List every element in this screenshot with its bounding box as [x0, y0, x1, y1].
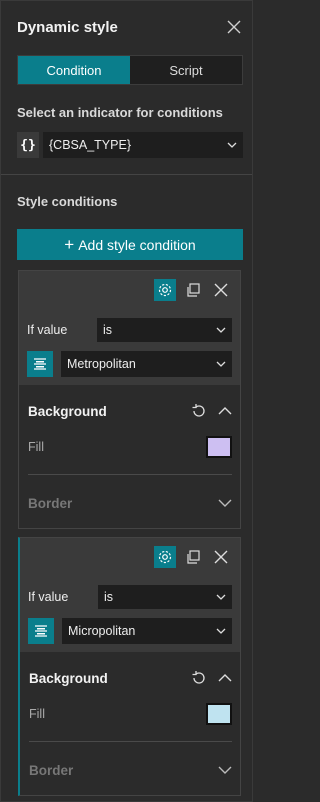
tab-condition[interactable]: Condition: [18, 56, 130, 84]
value-row: Micropolitan: [28, 618, 232, 644]
chevron-down-icon: [216, 594, 226, 600]
indicator-select[interactable]: {CBSA_TYPE}: [43, 132, 243, 158]
fill-color-swatch[interactable]: [206, 703, 232, 725]
fill-label: Fill: [28, 440, 44, 454]
plus-icon: +: [64, 234, 75, 254]
style-conditions-label: Style conditions: [17, 194, 118, 209]
indicator-row: {} {CBSA_TYPE}: [17, 132, 243, 158]
chevron-down-icon: [216, 361, 226, 367]
chevron-up-icon[interactable]: [218, 407, 232, 415]
if-value-label: If value: [28, 590, 69, 604]
panel-header: Dynamic style: [17, 15, 244, 39]
background-header: Background: [28, 400, 232, 422]
chevron-down-icon: [216, 327, 226, 333]
indicator-label: Select an indicator for conditions: [17, 105, 223, 120]
condition-card-header: If value is Metropolitan: [19, 271, 240, 385]
if-value-row: If value is: [28, 585, 232, 609]
tab-script[interactable]: Script: [130, 56, 242, 84]
operator-value: is: [103, 323, 113, 337]
border-label: Border: [29, 762, 74, 778]
close-icon[interactable]: [210, 279, 232, 301]
border-row[interactable]: Border: [28, 492, 232, 514]
expression-icon: {}: [17, 132, 39, 158]
if-value-label: If value: [27, 323, 68, 337]
condition-card: If value is Micropolitan Background Fill…: [18, 537, 241, 796]
background-title: Background: [28, 403, 107, 419]
background-title: Background: [29, 670, 108, 686]
gear-icon[interactable]: [154, 546, 176, 568]
dynamic-style-panel: Dynamic style Condition Script Select an…: [0, 0, 253, 802]
list-icon[interactable]: [27, 351, 53, 377]
chevron-down-icon: [216, 628, 226, 634]
value-row: Metropolitan: [27, 351, 232, 377]
copy-icon[interactable]: [182, 279, 204, 301]
section-divider: [1, 174, 252, 175]
reset-icon[interactable]: [190, 402, 208, 420]
operator-select[interactable]: is: [97, 318, 232, 342]
condition-card: If value is Metropolitan Background Fill…: [18, 270, 241, 529]
background-header: Background: [29, 667, 232, 689]
add-style-condition-label: Add style condition: [78, 236, 196, 253]
value-text: Metropolitan: [67, 357, 136, 371]
fill-label: Fill: [29, 707, 45, 721]
background-section: Background Fill Border: [19, 385, 240, 529]
divider: [28, 474, 232, 475]
chevron-down-icon: [218, 766, 232, 774]
operator-select[interactable]: is: [98, 585, 232, 609]
gear-icon[interactable]: [154, 279, 176, 301]
list-icon[interactable]: [28, 618, 54, 644]
reset-icon[interactable]: [190, 669, 208, 687]
card-tools: [154, 279, 232, 301]
indicator-value: {CBSA_TYPE}: [49, 138, 131, 152]
copy-icon[interactable]: [182, 546, 204, 568]
chevron-down-icon: [218, 499, 232, 507]
close-icon[interactable]: [210, 546, 232, 568]
fill-color-swatch[interactable]: [206, 436, 232, 458]
card-tools: [154, 546, 232, 568]
value-select[interactable]: Micropolitan: [62, 618, 232, 644]
operator-value: is: [104, 590, 114, 604]
close-icon[interactable]: [224, 17, 244, 37]
add-style-condition-button[interactable]: + Add style condition: [17, 229, 243, 260]
divider: [29, 741, 232, 742]
chevron-up-icon[interactable]: [218, 674, 232, 682]
border-label: Border: [28, 495, 73, 511]
mode-tabs: Condition Script: [17, 55, 243, 85]
background-section: Background Fill Border: [20, 652, 240, 796]
chevron-down-icon: [227, 142, 237, 148]
fill-row: Fill: [29, 702, 232, 726]
value-text: Micropolitan: [68, 624, 136, 638]
value-select[interactable]: Metropolitan: [61, 351, 232, 377]
condition-card-header: If value is Micropolitan: [20, 538, 240, 652]
border-row[interactable]: Border: [29, 759, 232, 781]
fill-row: Fill: [28, 435, 232, 459]
panel-title: Dynamic style: [17, 18, 118, 36]
if-value-row: If value is: [27, 318, 232, 342]
